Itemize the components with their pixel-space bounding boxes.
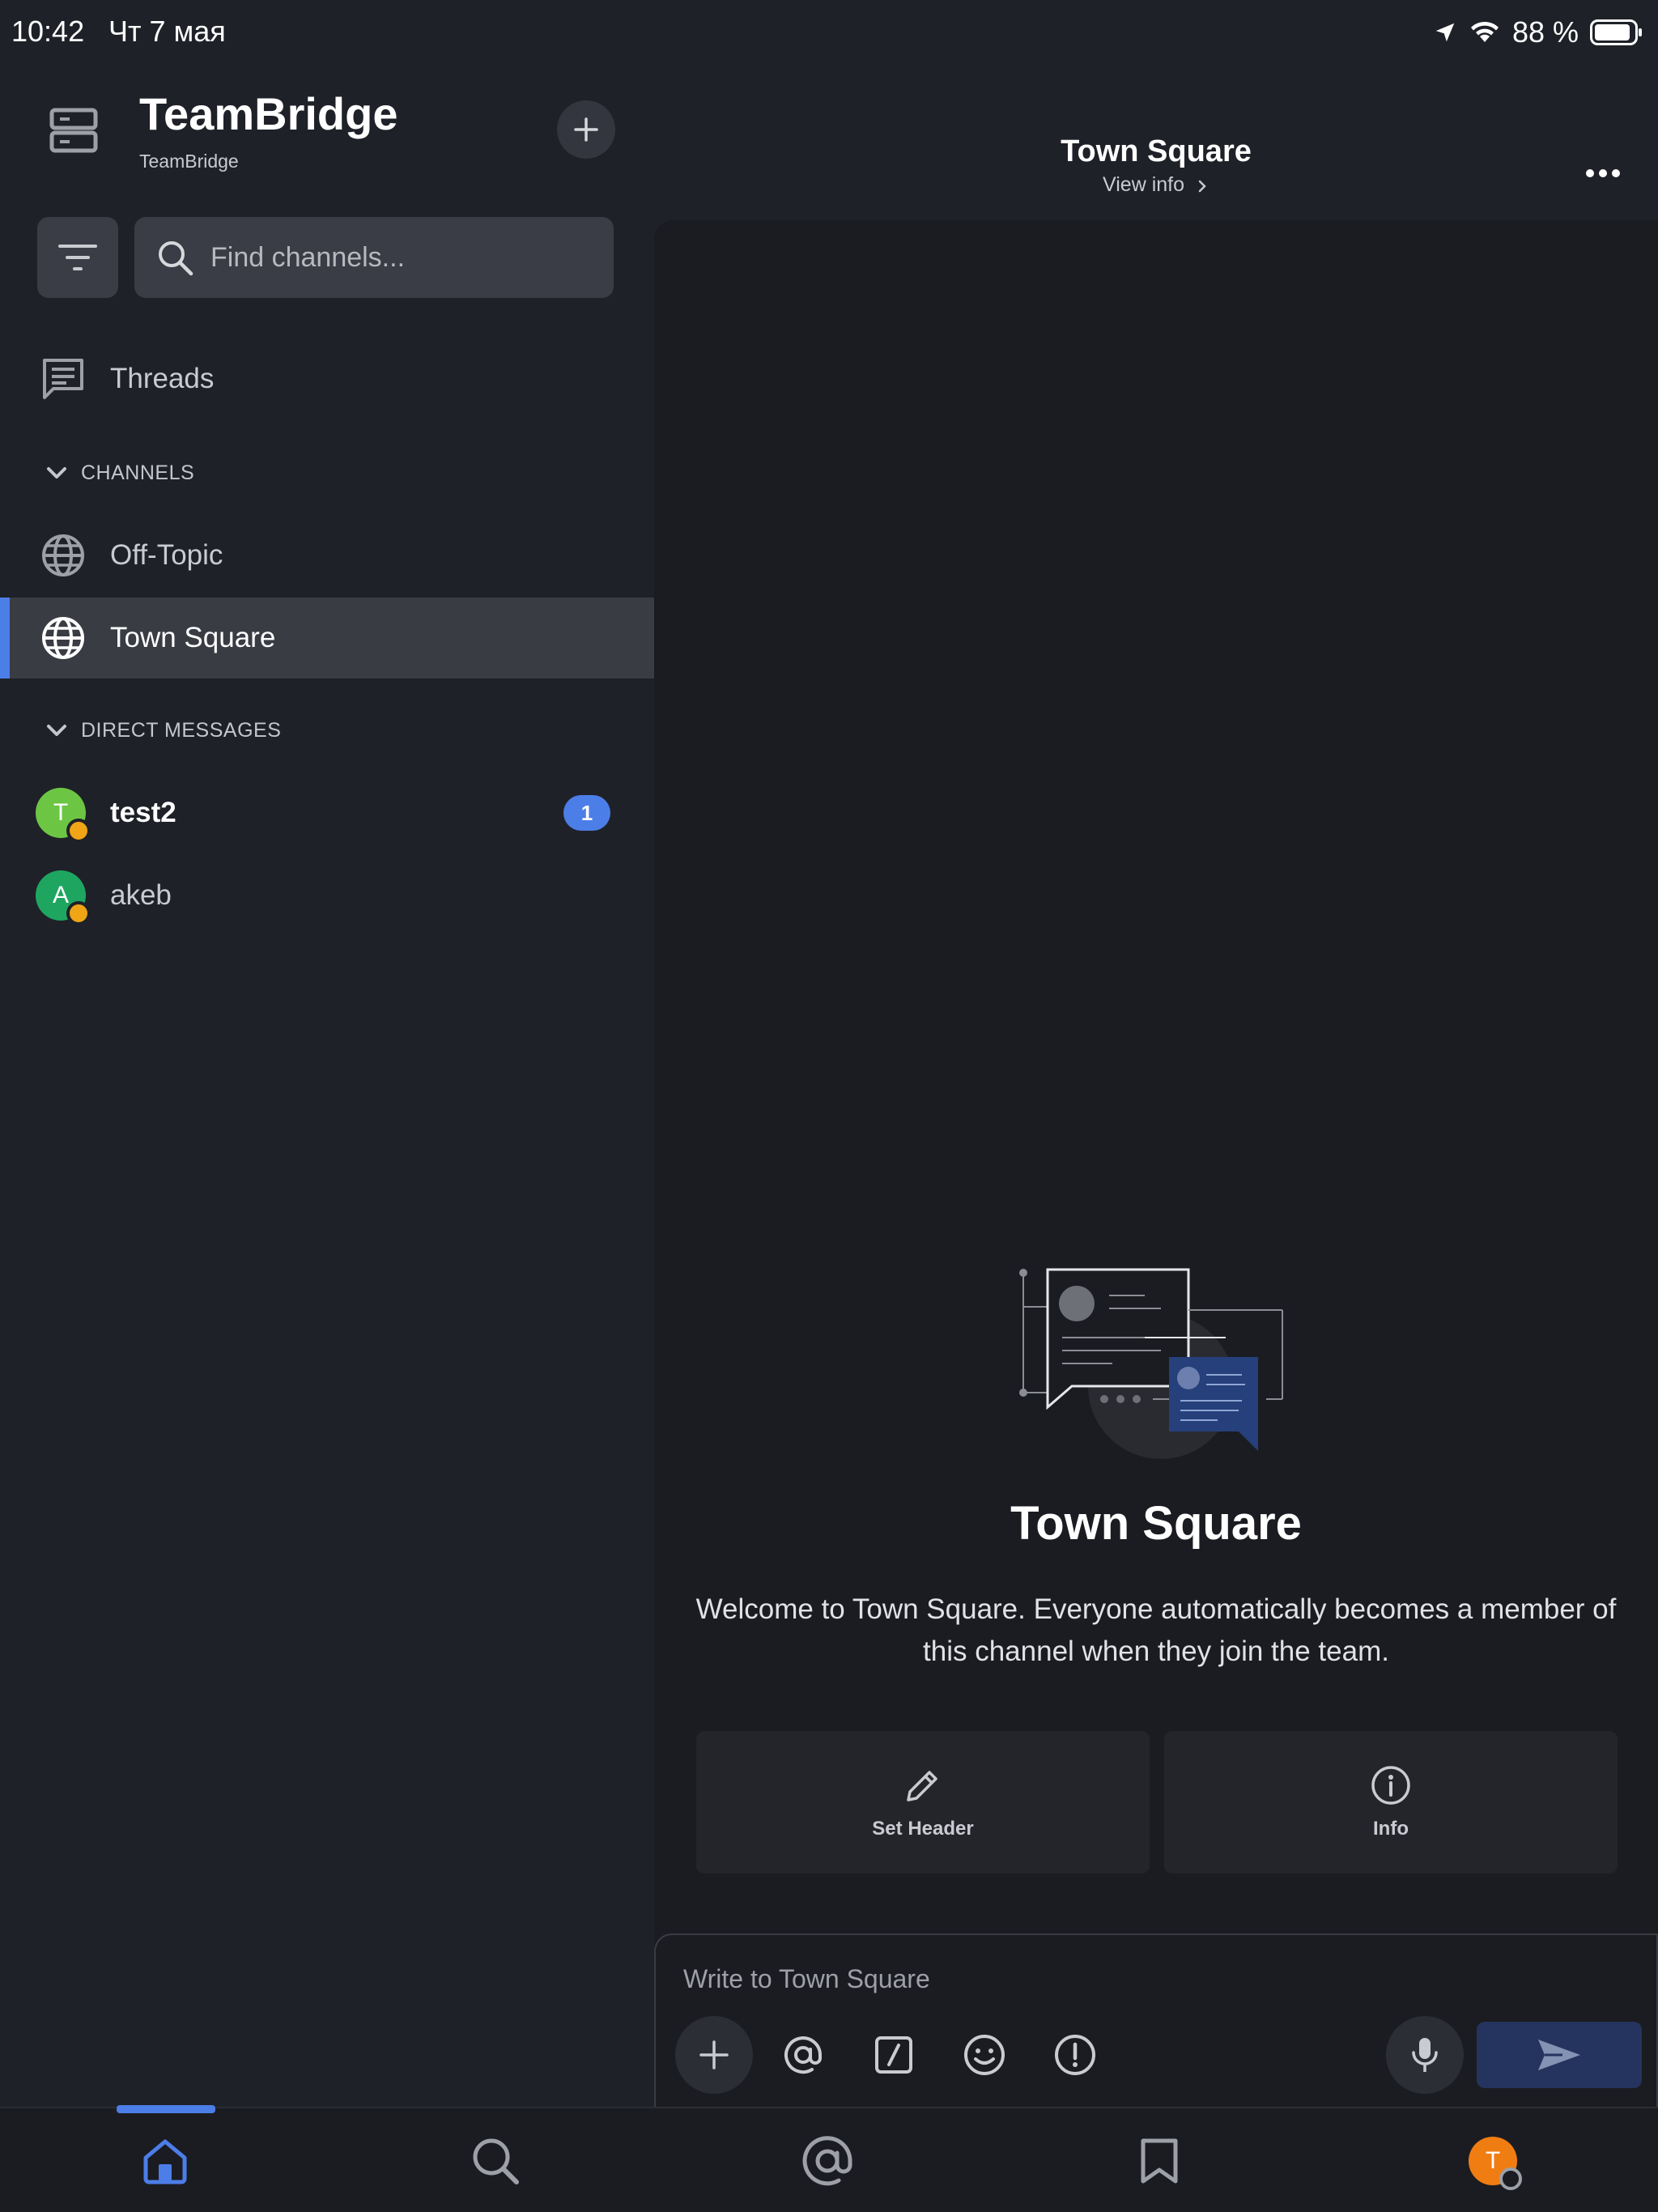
wifi-icon — [1469, 20, 1501, 45]
tab-mentions[interactable] — [791, 2125, 864, 2197]
channels-header-label: CHANNELS — [81, 462, 195, 484]
bottom-tab-bar: T — [0, 2105, 1658, 2212]
mention-button[interactable] — [764, 2016, 842, 2094]
attach-button[interactable] — [675, 2016, 753, 2094]
slash-command-button[interactable] — [855, 2016, 933, 2094]
at-sign-icon — [784, 2036, 822, 2074]
slash-command-icon — [875, 2036, 912, 2074]
unread-badge: 1 — [563, 795, 610, 831]
channel-intro-title: Town Square — [1010, 1497, 1302, 1550]
find-channels-search[interactable] — [134, 217, 614, 298]
plus-icon — [574, 117, 598, 142]
emoji-button[interactable] — [946, 2016, 1023, 2094]
send-button[interactable] — [1477, 2022, 1642, 2088]
home-icon — [143, 2139, 187, 2184]
sidebar-item-label: Off-Topic — [110, 539, 223, 571]
status-indicators: 88 % — [1433, 15, 1643, 50]
send-icon — [1538, 2040, 1580, 2070]
filter-button[interactable] — [37, 217, 118, 298]
sidebar-item-off-topic[interactable]: Off-Topic — [0, 515, 654, 596]
info-icon — [1371, 1766, 1410, 1805]
avatar-initial: A — [52, 882, 69, 908]
chevron-down-icon — [47, 466, 66, 479]
away-status-icon — [66, 901, 91, 925]
globe-icon — [39, 614, 87, 662]
bookmark-icon — [1141, 2138, 1178, 2184]
channel-title[interactable]: Town Square — [654, 134, 1658, 169]
threads-icon — [39, 355, 87, 403]
tab-active-indicator — [117, 2105, 215, 2113]
chevron-right-icon — [1198, 180, 1206, 193]
channel-header: Town Square View info — [654, 65, 1658, 219]
voice-message-button[interactable] — [1386, 2016, 1464, 2094]
status-bar: 10:42 Чт 7 мая 88 % — [0, 0, 1658, 65]
chevron-down-icon — [47, 724, 66, 736]
direct-messages-section-header[interactable]: DIRECT MESSAGES — [45, 719, 281, 742]
sidebar-item-dm-akeb[interactable]: A akeb — [0, 855, 654, 936]
tab-search[interactable] — [459, 2125, 532, 2197]
more-options-button[interactable] — [1579, 157, 1627, 189]
team-name: TeamBridge — [139, 88, 398, 139]
sidebar-item-dm-test2[interactable]: T test2 1 — [0, 772, 654, 853]
message-composer — [654, 1933, 1658, 2107]
info-label: Info — [1373, 1818, 1409, 1840]
tab-home[interactable] — [129, 2125, 202, 2197]
globe-icon — [39, 531, 87, 580]
dm-header-label: DIRECT MESSAGES — [81, 719, 282, 742]
channels-section-header[interactable]: CHANNELS — [45, 462, 194, 485]
location-arrow-icon — [1433, 20, 1457, 45]
plus-icon — [699, 2040, 729, 2069]
dm-label: akeb — [110, 879, 172, 911]
search-icon — [473, 2138, 519, 2184]
dm-label: test2 — [110, 797, 176, 828]
battery-percent: 88 % — [1511, 15, 1579, 49]
message-input[interactable] — [683, 1964, 1412, 1994]
channel-intro-illustration — [1015, 1265, 1299, 1475]
team-subtitle: TeamBridge — [139, 151, 239, 172]
emoji-icon — [964, 2035, 1005, 2075]
view-info-label: View info — [1103, 173, 1185, 196]
away-status-icon — [66, 819, 91, 843]
sidebar-item-label: Town Square — [110, 622, 276, 653]
offline-status-icon — [1499, 2167, 1522, 2190]
find-channels-input[interactable] — [210, 241, 591, 274]
alert-circle-icon — [1055, 2035, 1095, 2075]
active-indicator — [0, 598, 10, 678]
at-sign-icon — [802, 2136, 852, 2186]
status-date: Чт 7 мая — [108, 15, 226, 48]
sidebar: TeamBridge TeamBridge Threads — [0, 65, 654, 2107]
set-header-button[interactable]: Set Header — [696, 1731, 1150, 1874]
battery-icon — [1590, 19, 1643, 45]
add-button[interactable] — [557, 100, 615, 159]
ellipsis-icon — [1586, 169, 1620, 177]
channel-intro-text: Welcome to Town Square. Everyone automat… — [695, 1593, 1617, 1667]
avatar: T — [36, 788, 91, 843]
profile-initial: T — [1485, 2147, 1501, 2174]
info-button[interactable]: Info — [1164, 1731, 1618, 1874]
search-icon — [159, 241, 193, 276]
microphone-icon — [1412, 2038, 1438, 2072]
tab-account[interactable]: T — [1456, 2125, 1529, 2197]
set-header-label: Set Header — [872, 1818, 974, 1840]
view-info-link[interactable]: View info — [654, 173, 1658, 197]
avatar: A — [36, 870, 91, 925]
channel-content: Town Square Welcome to Town Square. Ever… — [654, 220, 1658, 2107]
status-time: 10:42 — [11, 15, 85, 48]
sidebar-item-town-square[interactable]: Town Square — [0, 598, 654, 678]
pencil-icon — [907, 1771, 937, 1802]
profile-avatar: T — [1469, 2137, 1522, 2190]
avatar-initial: T — [53, 799, 69, 826]
sidebar-item-label: Threads — [110, 363, 215, 394]
servers-icon[interactable] — [45, 102, 102, 159]
priority-button[interactable] — [1036, 2016, 1114, 2094]
filter-icon — [58, 245, 97, 270]
tab-saved[interactable] — [1123, 2125, 1196, 2197]
sidebar-item-threads[interactable]: Threads — [0, 338, 654, 419]
